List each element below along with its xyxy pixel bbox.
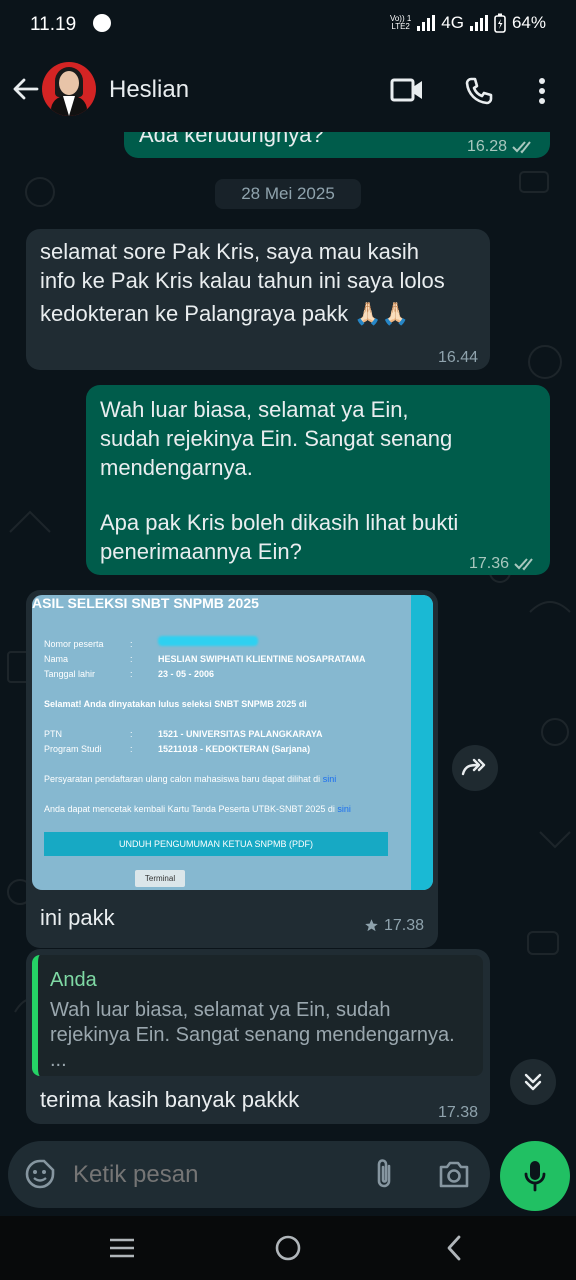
image-field-row: Nama: HESLIAN SWIPHATI KLIENTINE NOSAPRAT… <box>44 654 366 664</box>
emoji-sticker-icon[interactable] <box>24 1158 56 1190</box>
chat-header: Heslian <box>0 50 576 132</box>
volte-indicator: Vo)) 1 LTE2 <box>390 15 411 31</box>
video-call-icon[interactable] <box>390 76 424 104</box>
message-time: 17.38 <box>383 917 424 934</box>
image-title: ASIL SELEKSI SNBT SNPMB 2025 <box>32 595 259 611</box>
message-input[interactable] <box>73 1161 353 1189</box>
image-field-row: Tanggal lahir:23 - 05 - 2006 <box>44 669 215 679</box>
image-terminal-label: Terminal <box>135 870 185 887</box>
camera-icon[interactable] <box>438 1159 470 1189</box>
network-type: 4G <box>441 13 464 32</box>
status-icons: Vo)) 1 LTE2 4G 64% <box>390 13 546 33</box>
voice-call-icon[interactable] <box>464 76 494 106</box>
star-icon <box>365 919 378 932</box>
message-line <box>100 482 540 508</box>
message-meta: 17.38 <box>438 1098 478 1127</box>
message-meta: 16.28 <box>467 132 536 161</box>
message-meta: 16.44 <box>438 343 478 372</box>
message-line: Wah luar biasa, selamat ya Ein, <box>100 397 409 422</box>
quoted-message[interactable]: Anda Wah luar biasa, selamat ya Ein, sud… <box>32 955 483 1076</box>
image-caption: ini pakk <box>40 905 115 930</box>
forward-icon <box>461 758 486 776</box>
message-bubble-incoming[interactable]: selamat sore Pak Kris, saya mau kasih in… <box>26 229 490 370</box>
recent-apps-icon[interactable] <box>108 1237 136 1259</box>
image-download-button: UNDUH PENGUMUMAN KETUA SNPMB (PDF) <box>44 832 388 856</box>
message-text: Wah luar biasa, selamat ya Ein, sudah re… <box>100 395 540 566</box>
battery-percent: 64% <box>511 13 546 32</box>
message-line: sudah rejekinya Ein. Sangat senang <box>100 426 453 451</box>
message-meta: 17.36 <box>469 549 538 578</box>
image-note: Anda dapat mencetak kembali Kartu Tanda … <box>44 804 351 814</box>
quoted-text: Wah luar biasa, selamat ya Ein, sudah re… <box>50 999 455 1071</box>
message-time: 17.38 <box>437 1104 478 1121</box>
chat-area[interactable]: Ada kerudungnya? 16.28 28 Mei 2025 selam… <box>0 132 576 1140</box>
message-line: Apa pak Kris boleh dikasih lihat bukti <box>100 510 459 535</box>
message-time: 16.28 <box>466 138 507 155</box>
message-time: 16.44 <box>437 349 478 366</box>
message-text: terima kasih banyak pakkk <box>40 1087 300 1112</box>
image-congrats: Selamat! Anda dinyatakan lulus seleksi S… <box>44 699 307 709</box>
image-field-row: Program Studi:15211018 - KEDOKTERAN (Sar… <box>44 744 311 754</box>
message-line: selamat sore Pak Kris, saya mau kasih <box>40 239 420 264</box>
quoted-author: Anda <box>50 969 97 991</box>
image-field-row: PTN:1521 - UNIVERSITAS PALANGKARAYA <box>44 729 323 739</box>
double-check-icon <box>514 557 533 570</box>
message-line: mendengarnya. <box>100 455 253 480</box>
system-nav-bar <box>0 1216 576 1280</box>
notification-dot-icon <box>93 14 111 32</box>
attachment-icon[interactable] <box>372 1157 396 1191</box>
contact-name[interactable]: Heslian <box>109 76 189 104</box>
signal-2-icon <box>469 15 488 31</box>
status-time: 11.19 <box>30 14 77 35</box>
avatar[interactable] <box>42 62 96 116</box>
status-bar: 11.19 Vo)) 1 LTE2 4G 64% <box>0 0 576 50</box>
double-chevron-down-icon <box>524 1073 542 1091</box>
system-back-icon[interactable] <box>444 1234 464 1262</box>
image-field-row: Nomor peserta: <box>44 639 133 649</box>
message-text: Ada kerudungnya? <box>139 132 324 147</box>
microphone-icon <box>524 1161 546 1192</box>
back-arrow-icon[interactable] <box>10 74 40 104</box>
redacted-field <box>158 636 258 646</box>
message-meta: 17.38 <box>364 911 424 940</box>
message-bubble-outgoing[interactable]: Ada kerudungnya? 16.28 <box>124 132 550 158</box>
message-line: info ke Pak Kris kalau tahun ini saya lo… <box>40 268 445 293</box>
home-icon[interactable] <box>274 1234 302 1262</box>
message-composer <box>8 1141 490 1208</box>
shared-image[interactable]: ASIL SELEKSI SNBT SNPMB 2025 Nomor peser… <box>32 595 433 890</box>
message-line: kedokteran ke Palangraya pakk 🙏🏻🙏🏻 <box>40 301 410 326</box>
message-bubble-outgoing[interactable]: Wah luar biasa, selamat ya Ein, sudah re… <box>86 385 550 575</box>
volte-line2: LTE2 <box>391 22 410 31</box>
forward-button[interactable] <box>452 745 498 791</box>
image-note: Persyaratan pendaftaran ulang calon maha… <box>44 774 337 784</box>
scroll-to-bottom-button[interactable] <box>510 1059 556 1105</box>
voice-record-button[interactable] <box>500 1141 570 1211</box>
message-time: 17.36 <box>468 555 509 572</box>
date-chip: 28 Mei 2025 <box>215 179 361 209</box>
more-options-icon[interactable] <box>537 77 547 105</box>
message-text: selamat sore Pak Kris, saya mau kasih in… <box>40 237 480 328</box>
signal-icon <box>417 15 436 31</box>
double-check-icon <box>512 140 531 153</box>
battery-icon <box>494 13 506 33</box>
